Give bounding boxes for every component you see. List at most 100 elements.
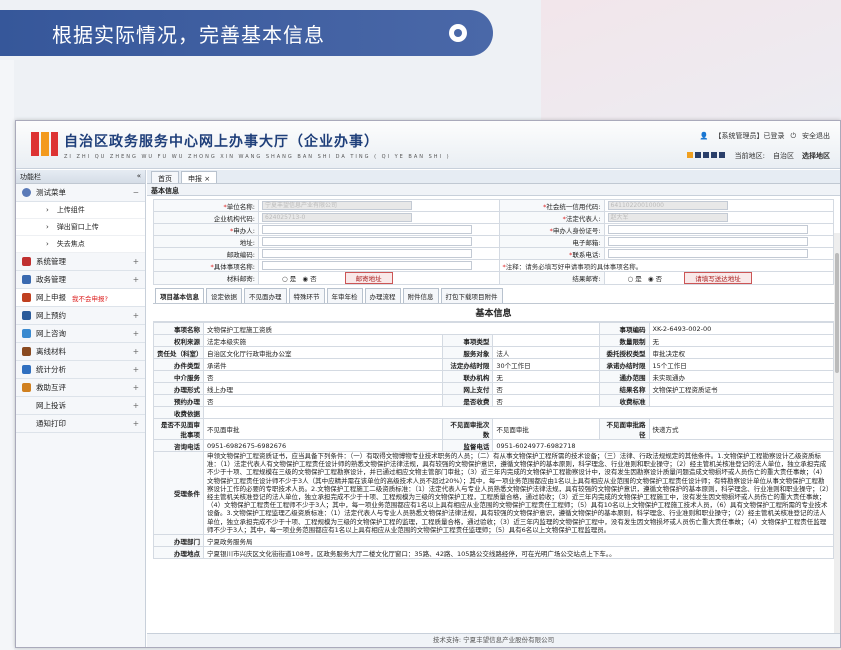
- material-mail-yes[interactable]: ○ 是: [282, 275, 296, 283]
- phone-field[interactable]: [607, 249, 808, 258]
- cell-label: 办理地点: [153, 546, 204, 560]
- page-decoration-left: [0, 60, 14, 650]
- cell-value: XK-2-6493-002-00: [648, 322, 835, 335]
- item-name-note: *注释：请务必填写好申请事项的具体事项名称。: [498, 259, 835, 272]
- help-link[interactable]: 我不会申报?: [72, 293, 108, 303]
- sidebar-item-statistics[interactable]: 统计分析 +: [16, 361, 145, 379]
- tab-declare[interactable]: 申报 ×: [181, 171, 218, 183]
- cell-label: 结果名称: [598, 382, 650, 395]
- cell-label: 事项名称: [153, 322, 204, 335]
- legal-rep-field[interactable]: 赵大军: [607, 213, 728, 222]
- expand-sign: +: [132, 329, 139, 338]
- declare-icon: [22, 293, 31, 302]
- sidebar-item-consult[interactable]: 网上咨询 +: [16, 325, 145, 343]
- fill-address-button[interactable]: 请填写送达地址: [684, 272, 752, 284]
- phone-label: 联系电话:: [498, 247, 605, 260]
- applicant-id-field[interactable]: [607, 225, 808, 234]
- sidebar-item-review[interactable]: 救助互评 +: [16, 379, 145, 397]
- expand-sign: +: [132, 275, 139, 284]
- sidebar-item-offline[interactable]: 离线材料 +: [16, 343, 145, 361]
- mail-address-button[interactable]: 邮寄地址: [344, 272, 393, 284]
- cell-value: 15个工作日: [648, 358, 835, 371]
- sidebar-item-system[interactable]: 系统管理 +: [16, 253, 145, 271]
- tab-offline[interactable]: 不见面办理: [244, 288, 287, 303]
- cell-label: 受理条件: [153, 450, 204, 536]
- item-name-label: 具体事项名称:: [153, 259, 259, 272]
- tab-home[interactable]: 首页: [151, 171, 179, 183]
- postcode-field[interactable]: [262, 249, 472, 258]
- tab-project-basic[interactable]: 项目基本信息: [155, 288, 204, 303]
- org-code-field[interactable]: 624025713-0: [262, 213, 412, 222]
- cell-label: 数量限制: [598, 334, 650, 347]
- skin-switcher[interactable]: [686, 152, 727, 160]
- logout-icon[interactable]: ⏻: [790, 132, 796, 141]
- note-text: 注释：请务必填写好申请事项的具体事项名称。: [505, 262, 643, 271]
- tab-annual[interactable]: 年审年检: [326, 288, 363, 303]
- cell-label: 联办机构: [442, 370, 494, 383]
- tab-attachments[interactable]: 附件信息: [402, 288, 439, 303]
- result-mail-no[interactable]: ◉ 否: [648, 275, 662, 283]
- scrollbar-thumb[interactable]: [835, 253, 839, 373]
- tab-special[interactable]: 特殊环节: [288, 288, 325, 303]
- credit-code-field[interactable]: 64110220010000: [607, 201, 728, 210]
- acceptance-conditions: 申领文物保护工程资质证书，应当具备下列条件：（一）有取得文物博物专业技术职务的人…: [203, 450, 834, 536]
- sidebar-header: 功能栏 «: [16, 170, 145, 184]
- expand-sign: +: [132, 347, 139, 356]
- tab-basis[interactable]: 设定依据: [206, 288, 242, 303]
- unit-name-field[interactable]: 宁夏丰望信息产业有限公司: [262, 201, 412, 210]
- sidebar-item-notice-print[interactable]: 通知打印 +: [16, 415, 145, 433]
- cell-label: 收费标准: [598, 394, 650, 407]
- sidebar-item-declare[interactable]: 网上申报 我不会申报?: [16, 289, 145, 307]
- select-region-link[interactable]: 选择地区: [802, 151, 830, 161]
- banner-title: 根据实际情况，完善基本信息: [52, 22, 325, 47]
- cell-label: 收费依据: [153, 406, 204, 419]
- user-area: 👤 【系统管理员】已登录 ⏻ 安全退出: [700, 131, 830, 141]
- user-icon: 👤: [699, 132, 709, 140]
- tab-download[interactable]: 打包下载项目附件: [440, 288, 503, 303]
- cell-label: 责任处（科室）: [153, 346, 204, 359]
- cell-value: 否: [202, 394, 444, 407]
- address-field[interactable]: [262, 237, 472, 246]
- cell-value: 否: [202, 370, 444, 383]
- yes-label: 是: [635, 275, 642, 283]
- sidebar-item-government[interactable]: 政务管理 +: [16, 271, 145, 289]
- scrollbar[interactable]: [834, 233, 840, 633]
- cell-value: 0951-6024977-6982718: [492, 439, 834, 452]
- app-title-pinyin: ZI ZHI QU ZHENG WU FU WU ZHONG XIN WANG …: [64, 154, 451, 160]
- cell-value: 宁夏银川市兴庆区文化街街道108号，区政务服务大厅二楼文化厅窗口：35路、42路…: [203, 546, 834, 560]
- table-row: 收费依据: [153, 406, 834, 419]
- sidebar-item-complaint[interactable]: 网上投诉 +: [16, 397, 145, 415]
- sidebar-subitem-upload[interactable]: 上传组件: [16, 202, 145, 219]
- cell-value: 自治区文化厅行政审批办公室: [202, 346, 444, 359]
- sidebar-subitem-popup-upload[interactable]: 弹出窗口上传: [16, 219, 145, 236]
- table-row: 中介服务否联办机构无通办范围 未实现通办: [153, 370, 835, 383]
- logout-link[interactable]: 安全退出: [802, 131, 830, 141]
- review-icon: [22, 383, 31, 392]
- cell-value: 无: [648, 334, 835, 347]
- postcode-label: 邮政编码:: [153, 247, 259, 260]
- table-row: 事项名称 文物保护工程施工资质 事项编码 XK-2-6493-002-00: [153, 322, 835, 335]
- org-code-label: 企业机构代码:: [153, 211, 259, 224]
- tab-process[interactable]: 办理流程: [364, 288, 401, 303]
- sidebar-item-label: 网上预约: [36, 311, 66, 320]
- cell-value: 线上办理: [202, 382, 444, 395]
- sidebar-item-test-menu[interactable]: 测试菜单 −: [16, 184, 145, 202]
- sidebar-item-appointment[interactable]: 网上预约 +: [16, 307, 145, 325]
- collapse-icon[interactable]: «: [137, 172, 141, 181]
- footer: 技术支持: 宁夏丰望信息产业股份有限公司: [147, 633, 840, 647]
- table-row: 是否不见面审批事项 不见面审批 不见面审批次数 不见面审批 不见面审批路径 快递方式: [153, 418, 835, 440]
- system-icon: [22, 257, 31, 266]
- cell-value: [648, 394, 835, 407]
- sidebar-subitem-blur[interactable]: 失去焦点: [16, 236, 145, 253]
- no-label: 否: [655, 275, 663, 283]
- material-mail-no[interactable]: ◉ 否: [302, 275, 316, 283]
- material-mail-label: 材料邮寄:: [153, 271, 259, 285]
- applicant-label: 申办人:: [153, 223, 259, 236]
- applicant-field[interactable]: [262, 225, 472, 234]
- appointment-icon: [22, 311, 31, 320]
- unit-name-label: 单位名称:: [153, 199, 259, 212]
- result-mail-yes[interactable]: ○ 是: [628, 275, 642, 283]
- cell-value: 宁夏政务服务局: [203, 534, 834, 548]
- item-name-field[interactable]: [262, 261, 472, 270]
- email-field[interactable]: [607, 237, 808, 246]
